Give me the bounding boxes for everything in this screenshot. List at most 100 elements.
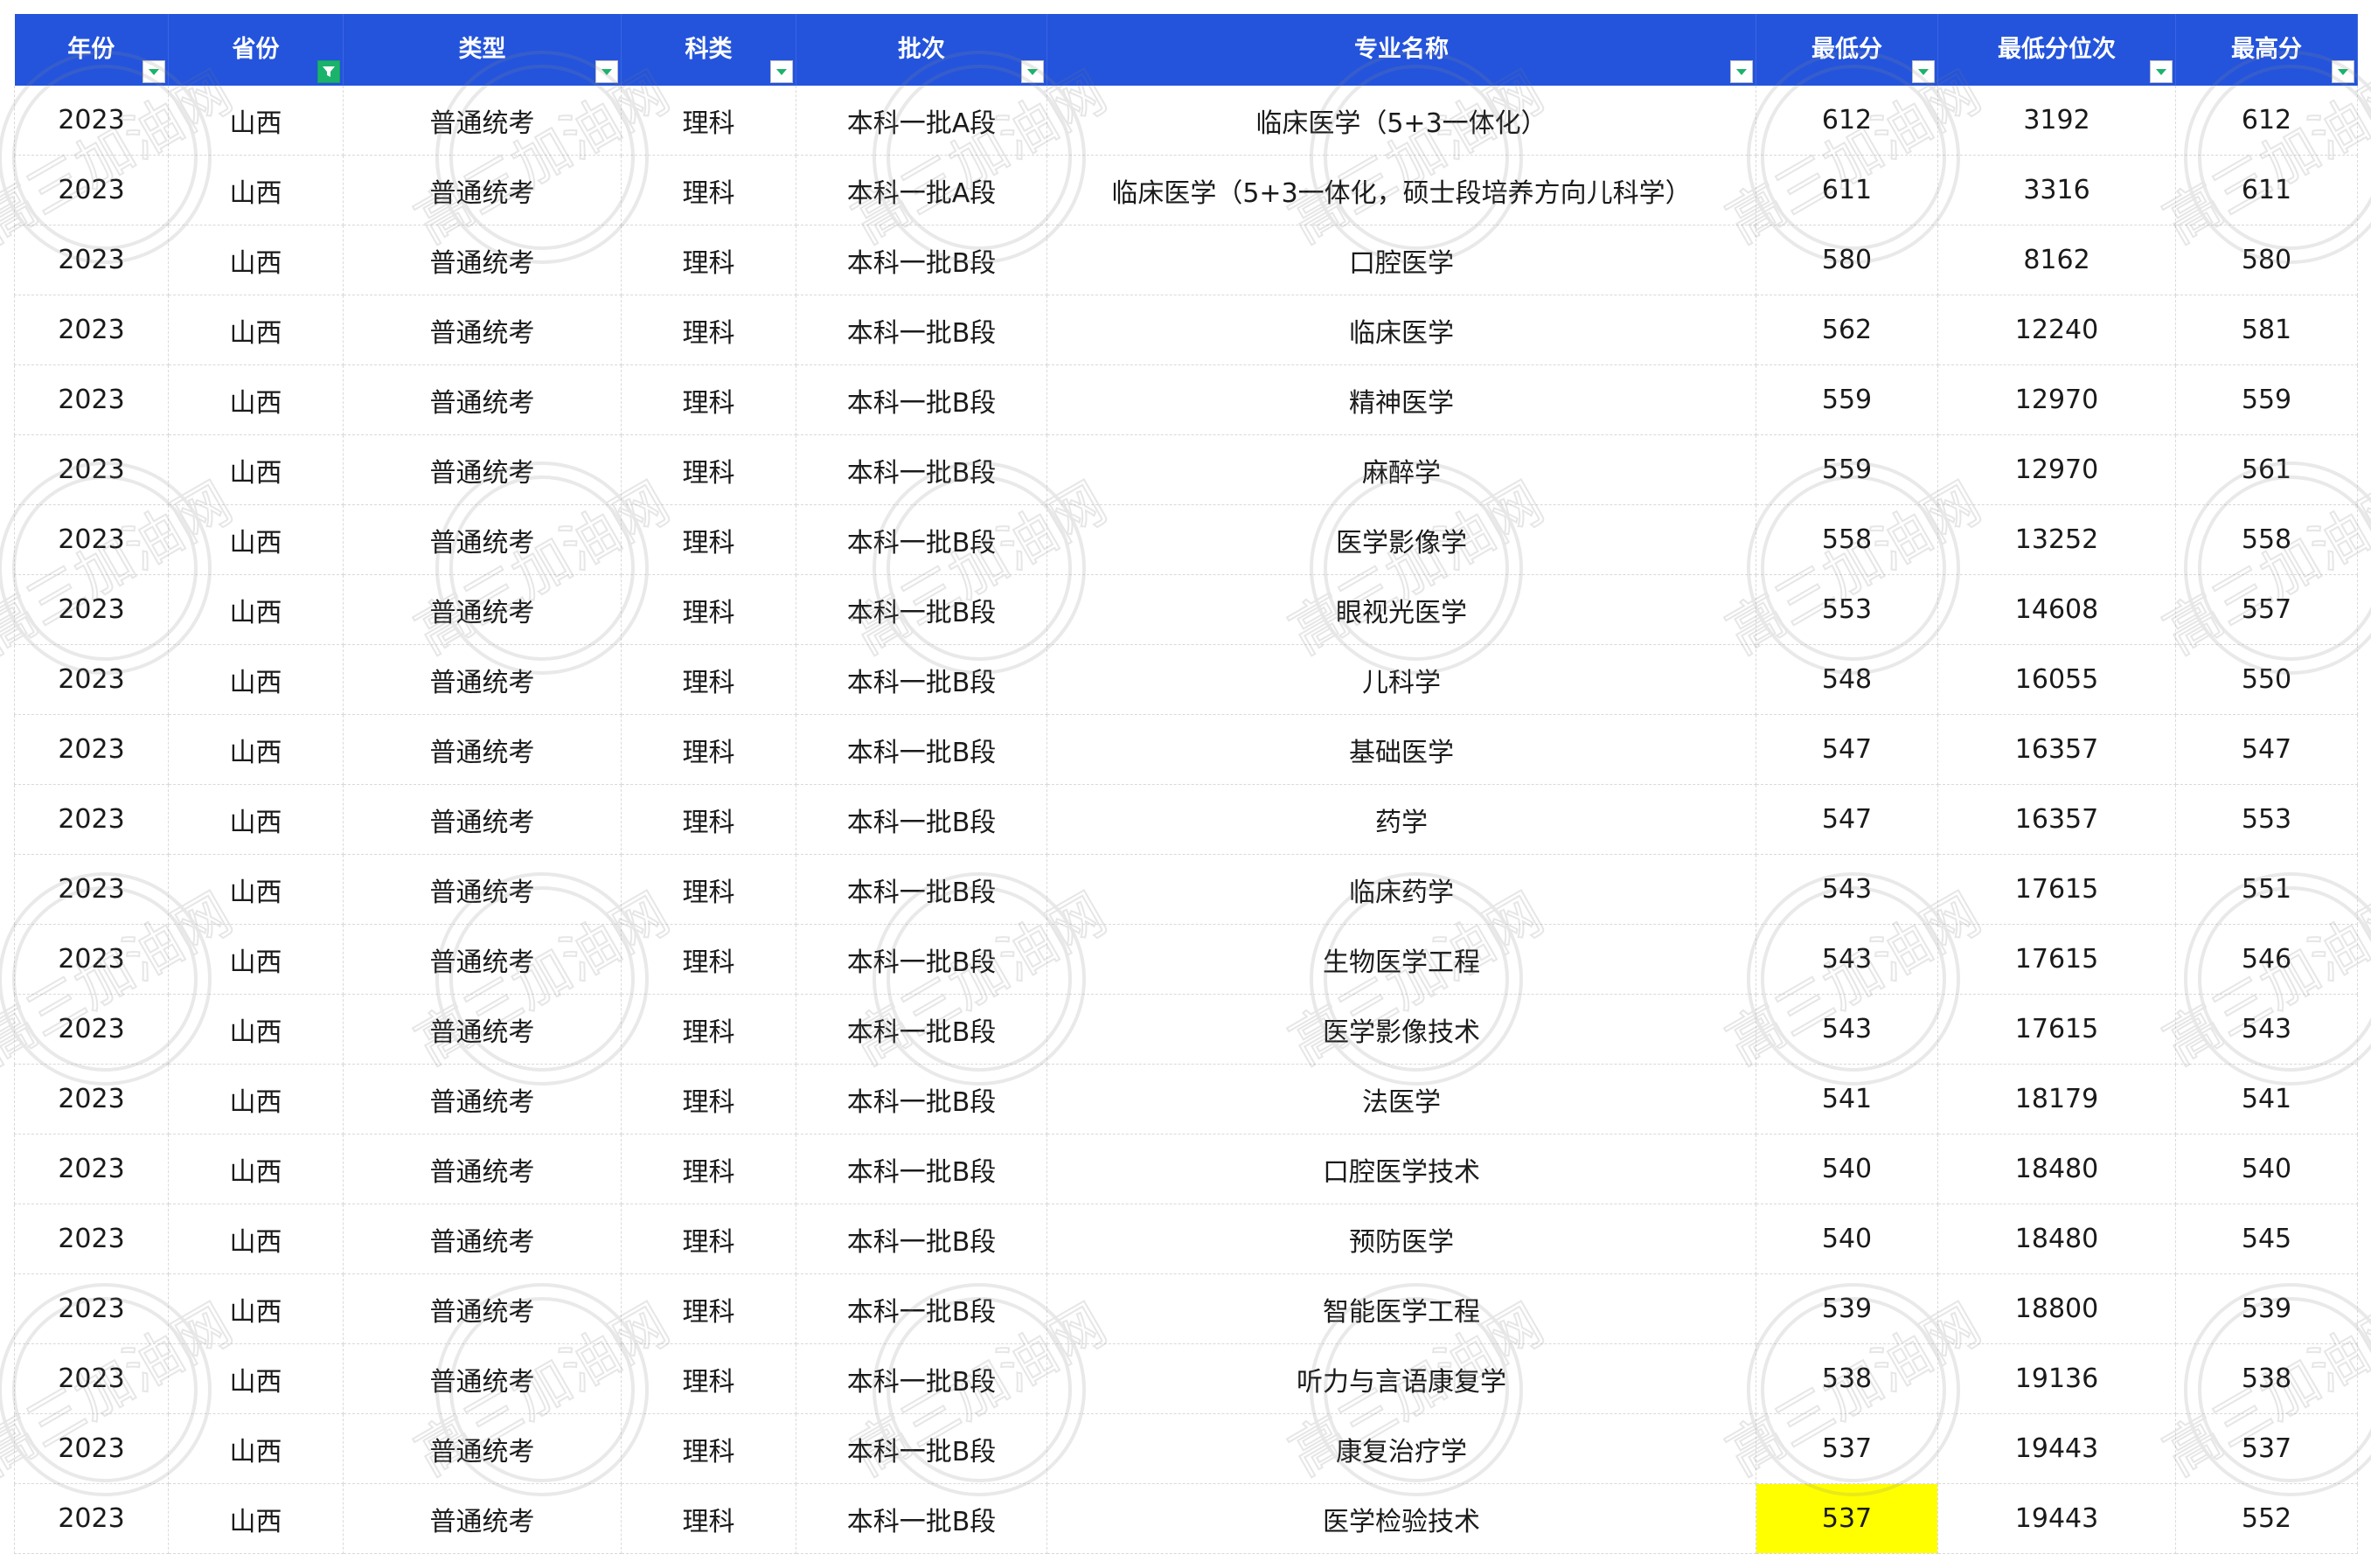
cell-year[interactable]: 2023 <box>14 504 169 575</box>
cell-type[interactable]: 普通统考 <box>343 714 622 785</box>
cell-batch[interactable]: 本科一批B段 <box>796 434 1047 505</box>
filter-dropdown-button[interactable] <box>143 60 165 83</box>
cell-max-score[interactable]: 611 <box>2175 155 2358 225</box>
cell-min-score[interactable]: 538 <box>1756 1343 1938 1414</box>
cell-type[interactable]: 普通统考 <box>343 644 622 715</box>
cell-major[interactable]: 生物医学工程 <box>1046 924 1756 995</box>
cell-batch[interactable]: 本科一批B段 <box>796 1343 1047 1414</box>
cell-major[interactable]: 临床医学（5+3一体化） <box>1046 86 1756 156</box>
cell-max-score[interactable]: 612 <box>2175 86 2358 156</box>
cell-max-score[interactable]: 580 <box>2175 225 2358 295</box>
cell-min-score[interactable]: 553 <box>1756 574 1938 645</box>
cell-year[interactable]: 2023 <box>14 1134 169 1204</box>
cell-batch[interactable]: 本科一批B段 <box>796 225 1047 295</box>
cell-major[interactable]: 医学影像技术 <box>1046 994 1756 1065</box>
column-header-subject[interactable]: 科类 <box>621 14 796 86</box>
filter-dropdown-button[interactable] <box>1912 60 1935 83</box>
filter-dropdown-button[interactable] <box>1730 60 1753 83</box>
cell-batch[interactable]: 本科一批B段 <box>796 295 1047 365</box>
cell-min-score[interactable]: 580 <box>1756 225 1938 295</box>
cell-province[interactable]: 山西 <box>168 86 344 156</box>
cell-major[interactable]: 精神医学 <box>1046 364 1756 435</box>
cell-batch[interactable]: 本科一批B段 <box>796 924 1047 995</box>
cell-year[interactable]: 2023 <box>14 854 169 925</box>
cell-batch[interactable]: 本科一批A段 <box>796 86 1047 156</box>
cell-subject[interactable]: 理科 <box>621 1134 796 1204</box>
cell-major[interactable]: 儿科学 <box>1046 644 1756 715</box>
cell-min-score[interactable]: 612 <box>1756 86 1938 156</box>
cell-type[interactable]: 普通统考 <box>343 1483 622 1554</box>
cell-year[interactable]: 2023 <box>14 434 169 505</box>
cell-type[interactable]: 普通统考 <box>343 434 622 505</box>
cell-type[interactable]: 普通统考 <box>343 225 622 295</box>
cell-subject[interactable]: 理科 <box>621 504 796 575</box>
cell-batch[interactable]: 本科一批B段 <box>796 784 1047 855</box>
column-header-max-score[interactable]: 最高分 <box>2175 14 2358 86</box>
cell-min-rank[interactable]: 19443 <box>1937 1483 2176 1554</box>
cell-major[interactable]: 临床医学 <box>1046 295 1756 365</box>
cell-year[interactable]: 2023 <box>14 295 169 365</box>
cell-min-score[interactable]: 543 <box>1756 924 1938 995</box>
cell-batch[interactable]: 本科一批B段 <box>796 854 1047 925</box>
cell-year[interactable]: 2023 <box>14 1343 169 1414</box>
cell-batch[interactable]: 本科一批B段 <box>796 1064 1047 1134</box>
cell-min-score[interactable]: 547 <box>1756 714 1938 785</box>
cell-min-rank[interactable]: 18179 <box>1937 1064 2176 1134</box>
cell-subject[interactable]: 理科 <box>621 1343 796 1414</box>
cell-min-rank[interactable]: 3316 <box>1937 155 2176 225</box>
cell-province[interactable]: 山西 <box>168 155 344 225</box>
cell-major[interactable]: 临床医学（5+3一体化，硕士段培养方向儿科学） <box>1046 155 1756 225</box>
cell-year[interactable]: 2023 <box>14 644 169 715</box>
cell-subject[interactable]: 理科 <box>621 364 796 435</box>
cell-max-score[interactable]: 547 <box>2175 714 2358 785</box>
column-header-major[interactable]: 专业名称 <box>1046 14 1756 86</box>
cell-year[interactable]: 2023 <box>14 994 169 1065</box>
cell-max-score[interactable]: 545 <box>2175 1204 2358 1274</box>
cell-type[interactable]: 普通统考 <box>343 364 622 435</box>
cell-major[interactable]: 药学 <box>1046 784 1756 855</box>
cell-max-score[interactable]: 539 <box>2175 1273 2358 1344</box>
cell-year[interactable]: 2023 <box>14 86 169 156</box>
cell-subject[interactable]: 理科 <box>621 1064 796 1134</box>
cell-max-score[interactable]: 581 <box>2175 295 2358 365</box>
cell-min-rank[interactable]: 18800 <box>1937 1273 2176 1344</box>
cell-province[interactable]: 山西 <box>168 1064 344 1134</box>
cell-batch[interactable]: 本科一批B段 <box>796 714 1047 785</box>
cell-batch[interactable]: 本科一批B段 <box>796 1273 1047 1344</box>
cell-province[interactable]: 山西 <box>168 364 344 435</box>
column-header-province[interactable]: 省份 <box>168 14 344 86</box>
column-header-type[interactable]: 类型 <box>343 14 622 86</box>
cell-min-score[interactable]: 540 <box>1756 1134 1938 1204</box>
cell-type[interactable]: 普通统考 <box>343 1343 622 1414</box>
cell-subject[interactable]: 理科 <box>621 1413 796 1484</box>
cell-max-score[interactable]: 550 <box>2175 644 2358 715</box>
cell-min-rank[interactable]: 19443 <box>1937 1413 2176 1484</box>
cell-major[interactable]: 麻醉学 <box>1046 434 1756 505</box>
cell-type[interactable]: 普通统考 <box>343 1204 622 1274</box>
cell-min-rank[interactable]: 18480 <box>1937 1204 2176 1274</box>
filter-dropdown-button[interactable] <box>2332 60 2354 83</box>
cell-type[interactable]: 普通统考 <box>343 1273 622 1344</box>
cell-year[interactable]: 2023 <box>14 155 169 225</box>
cell-min-score[interactable]: 558 <box>1756 504 1938 575</box>
cell-batch[interactable]: 本科一批B段 <box>796 1134 1047 1204</box>
cell-max-score[interactable]: 537 <box>2175 1413 2358 1484</box>
cell-min-score[interactable]: 543 <box>1756 994 1938 1065</box>
cell-subject[interactable]: 理科 <box>621 86 796 156</box>
cell-min-score[interactable]: 537 <box>1756 1413 1938 1484</box>
cell-province[interactable]: 山西 <box>168 1483 344 1554</box>
cell-subject[interactable]: 理科 <box>621 225 796 295</box>
cell-year[interactable]: 2023 <box>14 574 169 645</box>
cell-max-score[interactable]: 557 <box>2175 574 2358 645</box>
cell-min-score[interactable]: 541 <box>1756 1064 1938 1134</box>
cell-batch[interactable]: 本科一批B段 <box>796 644 1047 715</box>
cell-year[interactable]: 2023 <box>14 924 169 995</box>
cell-min-score[interactable]: 559 <box>1756 364 1938 435</box>
cell-max-score[interactable]: 540 <box>2175 1134 2358 1204</box>
cell-min-rank[interactable]: 14608 <box>1937 574 2176 645</box>
column-header-min-rank[interactable]: 最低分位次 <box>1937 14 2176 86</box>
cell-subject[interactable]: 理科 <box>621 644 796 715</box>
cell-year[interactable]: 2023 <box>14 1204 169 1274</box>
cell-batch[interactable]: 本科一批B段 <box>796 364 1047 435</box>
cell-min-rank[interactable]: 8162 <box>1937 225 2176 295</box>
